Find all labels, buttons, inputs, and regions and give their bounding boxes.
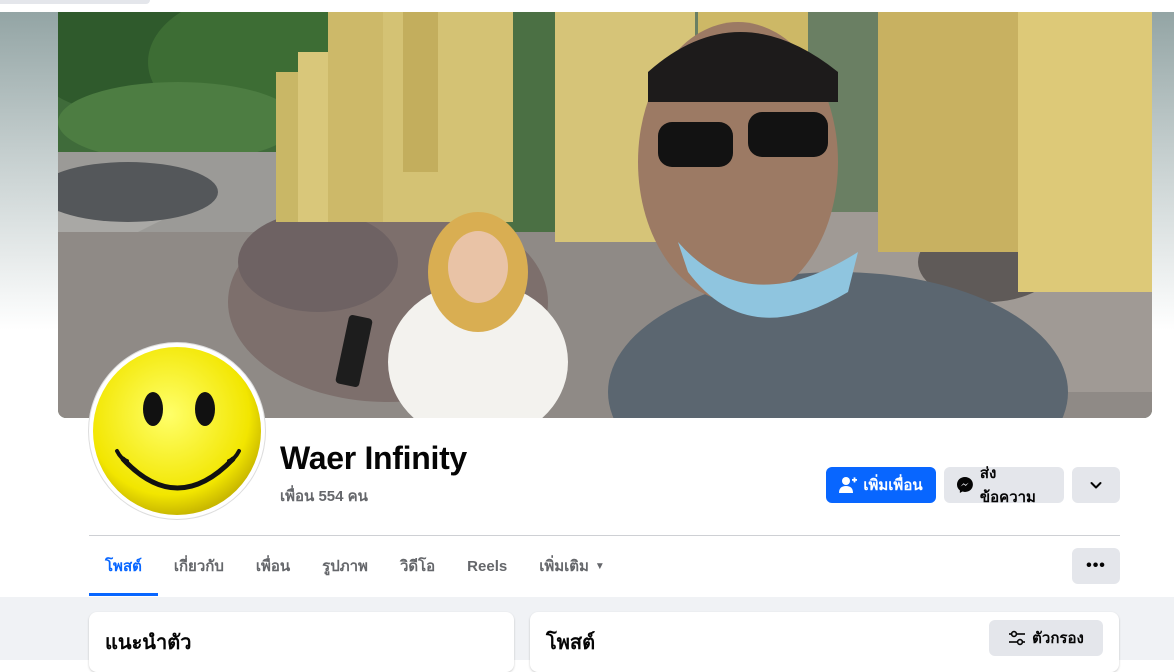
friends-count[interactable]: เพื่อน 554 คน: [280, 484, 368, 508]
caret-down-icon: ▼: [594, 560, 605, 572]
chevron-down-icon: [1090, 482, 1102, 489]
person-plus-icon: [839, 477, 858, 493]
add-friend-label: เพิ่มเพื่อน: [863, 477, 923, 494]
message-label: ส่งข้อความ: [979, 465, 1036, 506]
sliders-icon: [1009, 630, 1026, 646]
profile-name: Waer Infinity: [280, 440, 467, 476]
profile-tabs: โพสต์ เกี่ยวกับ เพื่อน รูปภาพ วิดีโอ Ree…: [89, 536, 621, 596]
messenger-icon: [956, 477, 973, 493]
posts-card: โพสต์ ตัวกรอง: [530, 612, 1119, 672]
tab-friends[interactable]: เพื่อน: [240, 536, 306, 596]
intro-title: แนะนำตัว: [105, 632, 192, 654]
tab-videos-label: วิดีโอ: [399, 558, 436, 575]
message-button[interactable]: ส่งข้อความ: [944, 465, 1064, 506]
intro-card: แนะนำตัว: [89, 612, 514, 672]
tab-about[interactable]: เกี่ยวกับ: [158, 536, 240, 596]
tab-posts-label: โพสต์: [105, 558, 142, 575]
posts-title: โพสต์: [546, 632, 596, 654]
more-options-button[interactable]: •••: [1072, 548, 1120, 584]
tab-reels[interactable]: Reels: [451, 536, 523, 596]
tab-photos-label: รูปภาพ: [322, 558, 368, 575]
top-bar-nub: [0, 0, 150, 4]
filter-label: ตัวกรอง: [1032, 630, 1084, 647]
tab-more[interactable]: เพิ่มเติม ▼: [523, 536, 621, 596]
tab-reels-label: Reels: [467, 557, 508, 575]
tab-photos[interactable]: รูปภาพ: [306, 536, 384, 596]
tab-posts[interactable]: โพสต์: [89, 536, 158, 596]
add-friend-button[interactable]: เพิ่มเพื่อน: [826, 467, 936, 503]
tab-more-label: เพิ่มเติม: [539, 558, 589, 575]
smiley-face-icon: [93, 347, 261, 515]
top-bar: [0, 0, 1174, 12]
tab-about-label: เกี่ยวกับ: [173, 558, 224, 575]
filter-button[interactable]: ตัวกรอง: [989, 620, 1103, 656]
profile-avatar[interactable]: [89, 343, 265, 519]
tab-friends-label: เพื่อน: [255, 558, 291, 575]
tab-videos[interactable]: วิดีโอ: [384, 536, 451, 596]
more-dots-icon: •••: [1086, 557, 1106, 574]
expand-button[interactable]: [1072, 467, 1120, 503]
